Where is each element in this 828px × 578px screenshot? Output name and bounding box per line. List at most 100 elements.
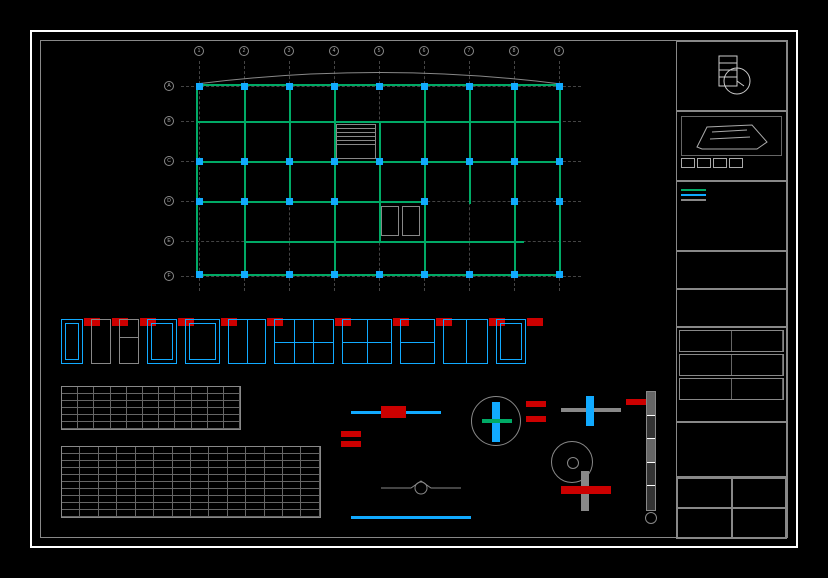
floor-plan[interactable]: 1 2 3 4 5 6 7 8 9 A B C D E F xyxy=(156,46,586,301)
institution-logo xyxy=(676,41,787,111)
table-row xyxy=(62,475,320,482)
legend-box xyxy=(676,181,787,251)
table-row xyxy=(62,401,240,408)
window-elevation[interactable] xyxy=(443,319,488,364)
column xyxy=(286,271,293,278)
column xyxy=(511,271,518,278)
door-elevation[interactable] xyxy=(185,319,220,364)
section-detail-3[interactable] xyxy=(351,516,471,519)
grid-bubble: F xyxy=(164,271,174,281)
column xyxy=(241,83,248,90)
grid-bubble: 2 xyxy=(239,46,249,56)
sheet-cell xyxy=(732,508,787,538)
column xyxy=(286,83,293,90)
key-plan xyxy=(676,111,787,181)
sheet-cell xyxy=(677,508,732,538)
graphic-scale xyxy=(646,391,656,511)
table-row xyxy=(62,394,240,401)
window-elevation[interactable] xyxy=(496,319,526,364)
signatures-box xyxy=(676,327,787,422)
door-schedule-1[interactable] xyxy=(61,386,241,430)
column xyxy=(241,158,248,165)
title-block xyxy=(676,41,787,541)
wall xyxy=(196,121,561,123)
legend-swatch xyxy=(681,189,706,191)
window-elevation[interactable] xyxy=(274,319,334,364)
column xyxy=(286,158,293,165)
table-row xyxy=(62,510,320,517)
annotation-tag xyxy=(341,441,361,447)
window-elevation[interactable] xyxy=(400,319,435,364)
door-elevation[interactable] xyxy=(119,319,139,364)
table-row xyxy=(62,447,320,454)
door-elevation[interactable] xyxy=(147,319,177,364)
detail-circle-1[interactable] xyxy=(471,396,521,446)
sheet-cell xyxy=(677,478,732,508)
main-drawing-area[interactable]: 1 2 3 4 5 6 7 8 9 A B C D E F xyxy=(41,41,681,541)
column xyxy=(196,271,203,278)
column xyxy=(286,198,293,205)
column xyxy=(511,83,518,90)
grid-bubble: C xyxy=(164,156,174,166)
column xyxy=(556,198,563,205)
annotation-tag xyxy=(526,416,546,422)
column xyxy=(331,198,338,205)
frame-detail[interactable] xyxy=(561,396,621,426)
column xyxy=(241,198,248,205)
column xyxy=(331,83,338,90)
column xyxy=(556,271,563,278)
drawing-border: 1 2 3 4 5 6 7 8 9 A B C D E F xyxy=(40,40,788,538)
column xyxy=(376,271,383,278)
drawing-sheet: 1 2 3 4 5 6 7 8 9 A B C D E F xyxy=(30,30,798,548)
table-row xyxy=(62,503,320,510)
section-detail-1[interactable] xyxy=(351,401,441,426)
column xyxy=(421,271,428,278)
column xyxy=(556,158,563,165)
grid-bubble: 7 xyxy=(464,46,474,56)
grid-bubble: 5 xyxy=(374,46,384,56)
keyplan-legend xyxy=(681,158,782,168)
table-row xyxy=(62,415,240,422)
column xyxy=(511,198,518,205)
column xyxy=(466,271,473,278)
section-detail-2[interactable] xyxy=(371,471,471,506)
column xyxy=(556,83,563,90)
door-tag xyxy=(527,318,543,326)
grid-bubble: 6 xyxy=(419,46,429,56)
jamb-detail[interactable] xyxy=(561,471,611,511)
wall xyxy=(559,84,561,276)
grid-bubble: D xyxy=(164,196,174,206)
titleblock-field xyxy=(676,289,787,327)
scale-origin-icon xyxy=(645,512,657,524)
door-schedule-2[interactable] xyxy=(61,446,321,518)
grid-bubble: 4 xyxy=(329,46,339,56)
column xyxy=(196,198,203,205)
grid-bubble: B xyxy=(164,116,174,126)
annotation-tag xyxy=(626,399,646,405)
window-elevation[interactable] xyxy=(342,319,392,364)
wall xyxy=(244,84,246,274)
wall xyxy=(334,84,336,274)
door-elevations-row xyxy=(61,319,671,374)
sheet-cell xyxy=(732,478,787,508)
column xyxy=(241,271,248,278)
column xyxy=(376,83,383,90)
wall xyxy=(196,84,198,276)
door-elevation[interactable] xyxy=(61,319,83,364)
titleblock-field xyxy=(676,422,787,477)
column xyxy=(421,158,428,165)
stairs xyxy=(336,124,376,159)
wall xyxy=(469,84,471,204)
table-row xyxy=(62,408,240,415)
column xyxy=(466,83,473,90)
elevator xyxy=(381,206,399,236)
door-elevation[interactable] xyxy=(91,319,111,364)
legend-swatch xyxy=(681,194,706,196)
column xyxy=(331,158,338,165)
wall xyxy=(289,84,291,204)
table-row xyxy=(62,461,320,468)
signature-row xyxy=(679,330,784,352)
column xyxy=(196,83,203,90)
column xyxy=(376,158,383,165)
door-elevation[interactable] xyxy=(228,319,266,364)
